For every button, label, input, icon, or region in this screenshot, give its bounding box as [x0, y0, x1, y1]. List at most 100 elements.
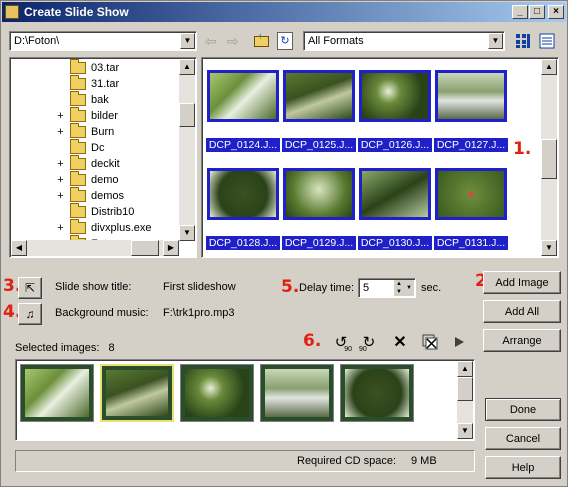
forward-arrow-icon[interactable]: ⇨	[227, 33, 245, 49]
tree-item[interactable]: + bilder	[57, 107, 118, 124]
arrange-button[interactable]: Arrange	[483, 329, 561, 352]
done-button[interactable]: Done	[485, 398, 561, 421]
scroll-down-icon[interactable]: ▼	[179, 225, 195, 241]
tree-hscrollbar[interactable]: ◀ ▶	[11, 240, 179, 256]
expand-icon[interactable]: +	[56, 126, 65, 138]
image-thumbnail[interactable]	[359, 70, 431, 122]
rotate-left-icon[interactable]: ↺ 90	[329, 331, 353, 353]
tree-item[interactable]: + demo	[57, 171, 119, 188]
selected-image-thumbnail[interactable]	[340, 364, 414, 422]
minimize-button[interactable]: _	[512, 5, 528, 19]
strip-vscrollbar[interactable]: ▲ ▼	[457, 361, 473, 439]
format-value: All Formats	[308, 35, 364, 47]
image-thumbnail[interactable]	[435, 70, 507, 122]
tree-item[interactable]: + deckit	[57, 155, 120, 172]
rotate-right-icon[interactable]: ↻ 90	[357, 331, 381, 353]
delay-spinner[interactable]: ▲ ▼	[394, 280, 404, 296]
title-bar[interactable]: Create Slide Show _ □ ×	[2, 2, 566, 22]
cancel-button[interactable]: Cancel	[485, 427, 561, 450]
thumbnail-label[interactable]: DCP_0129.J...	[282, 236, 356, 250]
tree-item[interactable]: bak	[70, 91, 109, 108]
refresh-icon[interactable]: ↻	[277, 32, 293, 50]
scroll-down-icon[interactable]: ▼	[457, 423, 473, 439]
scroll-thumb[interactable]	[131, 240, 159, 256]
tree-item[interactable]: 03.tar	[70, 59, 120, 76]
help-button[interactable]: Help	[485, 456, 561, 479]
thumbnail-label[interactable]: DCP_0126.J...	[358, 138, 432, 152]
delete-all-icon[interactable]	[418, 331, 442, 353]
chevron-down-icon[interactable]: ▼	[180, 33, 195, 49]
thumbnail-label[interactable]: DCP_0127.J...	[434, 138, 508, 152]
music-label: Background music:	[55, 307, 149, 319]
tree-item[interactable]: Dc	[70, 139, 104, 156]
folder-icon	[70, 123, 86, 138]
selected-image-thumbnail[interactable]	[260, 364, 334, 422]
tree-item[interactable]: 31.tar	[70, 75, 119, 92]
selected-images-label: Selected images: 8	[15, 342, 115, 354]
scroll-up-icon[interactable]: ▲	[541, 59, 557, 75]
tree-item[interactable]: + divxplus.exe	[57, 219, 152, 236]
delete-icon[interactable]: ✕	[388, 331, 412, 353]
thumbnail-label[interactable]: DCP_0124.J...	[206, 138, 280, 152]
path-combo[interactable]: D:\Foton\ ▼	[9, 31, 197, 51]
scroll-left-icon[interactable]: ◀	[11, 240, 27, 256]
close-button[interactable]: ×	[548, 5, 564, 19]
selected-image-thumbnail[interactable]	[100, 364, 174, 422]
music-value[interactable]: F:\trk1pro.mp3	[163, 307, 235, 319]
spin-up-icon[interactable]: ▲	[394, 280, 404, 288]
tree-item[interactable]: + demos	[57, 187, 124, 204]
scroll-thumb[interactable]	[541, 139, 557, 179]
expand-icon[interactable]: +	[56, 190, 65, 202]
selected-image-thumbnail[interactable]	[180, 364, 254, 422]
folder-icon	[70, 187, 86, 202]
thumbnail-label[interactable]: DCP_0131.J...	[434, 236, 508, 250]
tree-item[interactable]: Distrib10	[70, 203, 135, 220]
expand-icon[interactable]: +	[56, 158, 65, 170]
image-thumbnail[interactable]	[283, 168, 355, 220]
scroll-thumb[interactable]	[179, 103, 195, 127]
image-thumbnail[interactable]	[435, 168, 507, 220]
photo-image	[438, 73, 504, 119]
tree-item[interactable]: + Burn	[57, 123, 114, 140]
image-thumbnail[interactable]	[207, 168, 279, 220]
image-thumbnail[interactable]	[207, 70, 279, 122]
add-image-button[interactable]: Add Image	[483, 271, 561, 294]
image-vscrollbar[interactable]: ▲ ▼	[541, 59, 557, 256]
title-value[interactable]: First slideshow	[163, 281, 236, 293]
thumbnail-label[interactable]: DCP_0128.J...	[206, 236, 280, 250]
expand-icon[interactable]: +	[56, 222, 65, 234]
image-thumbnail[interactable]	[359, 168, 431, 220]
delay-dropdown-icon[interactable]: ▼	[404, 280, 414, 296]
music-button[interactable]: ♫	[18, 303, 42, 325]
up-folder-icon[interactable]: ↑	[253, 32, 271, 50]
play-icon[interactable]	[447, 331, 471, 353]
spin-down-icon[interactable]: ▼	[394, 288, 404, 296]
format-combo[interactable]: All Formats ▼	[303, 31, 505, 51]
tree-item-label: 03.tar	[91, 62, 120, 74]
scroll-right-icon[interactable]: ▶	[163, 240, 179, 256]
thumbnail-label[interactable]: DCP_0125.J...	[282, 138, 356, 152]
chevron-down-icon[interactable]: ▼	[488, 33, 503, 49]
tree-vscrollbar[interactable]: ▲ ▼	[179, 59, 195, 241]
image-thumbnail[interactable]	[283, 70, 355, 122]
edit-title-button[interactable]: ⇱	[18, 277, 42, 299]
add-all-button[interactable]: Add All	[483, 300, 561, 323]
thumbnail-view-icon[interactable]	[515, 33, 531, 49]
scroll-up-icon[interactable]: ▲	[179, 59, 195, 75]
back-arrow-icon[interactable]: ⇦	[205, 33, 223, 49]
scroll-up-icon[interactable]: ▲	[457, 361, 473, 377]
thumbnail-label[interactable]: DCP_0130.J...	[358, 236, 432, 250]
scroll-down-icon[interactable]: ▼	[541, 240, 557, 256]
tree-item-label: Distrib10	[91, 206, 135, 218]
image-browser[interactable]: DCP_0124.J... DCP_0125.J... DCP_0126.J... D…	[201, 57, 559, 258]
folder-tree[interactable]: 03.tar 31.tar bak + bilder + Burn Dc + deckit + dem…	[9, 57, 197, 258]
delay-input[interactable]: 5 ▲ ▼ ▼	[358, 278, 416, 298]
scroll-thumb[interactable]	[457, 377, 473, 401]
maximize-button[interactable]: □	[529, 5, 545, 19]
list-view-icon[interactable]	[539, 33, 555, 49]
folder-icon	[70, 59, 86, 74]
expand-icon[interactable]: +	[56, 110, 65, 122]
selected-images-strip[interactable]: ▲ ▼	[15, 359, 475, 441]
selected-image-thumbnail[interactable]	[20, 364, 94, 422]
expand-icon[interactable]: +	[56, 174, 65, 186]
